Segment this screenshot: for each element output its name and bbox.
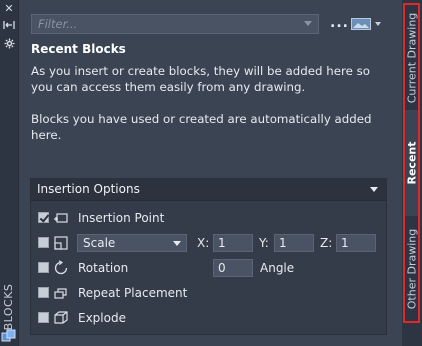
insertion-point-icon bbox=[53, 210, 69, 226]
filter-input[interactable]: Filter... bbox=[31, 14, 319, 34]
blocks-main-panel: Filter... ... Recent Blocks As you inser… bbox=[19, 0, 402, 346]
note-text: Blocks you have used or created are auto… bbox=[31, 112, 372, 142]
scale-checkbox[interactable] bbox=[38, 237, 49, 248]
scale-icon bbox=[53, 235, 69, 251]
insertion-point-label: Insertion Point bbox=[78, 211, 165, 225]
insertion-options-title: Insertion Options bbox=[37, 182, 140, 196]
repeat-placement-checkbox[interactable] bbox=[38, 287, 49, 298]
description-text: As you insert or create blocks, they wil… bbox=[31, 64, 370, 94]
close-icon[interactable]: ✕ bbox=[2, 3, 16, 15]
rotation-label: Rotation bbox=[78, 261, 129, 275]
blocks-palette-icon bbox=[1, 329, 16, 343]
scale-x-input[interactable]: 1 bbox=[213, 234, 253, 252]
palette-title: BLOCKS bbox=[2, 283, 15, 331]
section-heading: Recent Blocks bbox=[31, 42, 126, 56]
palette-titlebar: ✕ BLOCKS bbox=[0, 0, 19, 346]
scale-row: Scale X: 1 Y: 1 Z: 1 bbox=[31, 233, 386, 253]
rotation-icon bbox=[53, 260, 69, 276]
insertion-point-checkbox[interactable] bbox=[38, 212, 49, 223]
toolbar: Filter... ... bbox=[31, 14, 391, 34]
thumbnail-view-icon[interactable] bbox=[351, 18, 371, 30]
repeat-placement-icon bbox=[53, 285, 69, 301]
insertion-point-row: Insertion Point bbox=[31, 208, 386, 228]
rotation-checkbox[interactable] bbox=[38, 262, 49, 273]
rotation-angle-label: Angle bbox=[260, 261, 295, 275]
chevron-down-icon bbox=[173, 241, 181, 246]
explode-row: Explode bbox=[31, 308, 386, 328]
explode-icon bbox=[53, 310, 69, 326]
rotation-row: Rotation 0 Angle bbox=[31, 258, 386, 278]
view-dropdown-arrow-icon[interactable] bbox=[375, 22, 381, 26]
explode-label: Explode bbox=[78, 311, 126, 325]
tab-strip-highlight bbox=[403, 3, 420, 323]
repeat-placement-label: Repeat Placement bbox=[78, 286, 188, 300]
explode-checkbox[interactable] bbox=[38, 312, 49, 323]
insertion-options-header[interactable]: Insertion Options bbox=[31, 179, 386, 201]
rotation-angle-input[interactable]: 0 bbox=[213, 259, 253, 277]
scale-y-label: Y: bbox=[259, 236, 269, 250]
collapse-caret-icon[interactable] bbox=[370, 187, 378, 192]
scale-mode-select[interactable]: Scale bbox=[77, 234, 187, 252]
scale-mode-value: Scale bbox=[83, 236, 116, 250]
filter-placeholder: Filter... bbox=[38, 17, 78, 31]
scale-z-label: Z: bbox=[320, 236, 333, 250]
properties-gear-icon[interactable] bbox=[2, 38, 16, 50]
scale-z-input[interactable]: 1 bbox=[336, 234, 376, 252]
scale-x-label: X: bbox=[197, 236, 210, 250]
insertion-options-panel: Insertion Options Insertion Point Scale … bbox=[30, 178, 387, 335]
filter-dropdown-arrow-icon[interactable] bbox=[304, 21, 312, 26]
browse-more-button[interactable]: ... bbox=[330, 16, 349, 30]
autohide-pin-icon[interactable] bbox=[2, 20, 16, 32]
repeat-placement-row: Repeat Placement bbox=[31, 283, 386, 303]
scale-y-input[interactable]: 1 bbox=[274, 234, 314, 252]
